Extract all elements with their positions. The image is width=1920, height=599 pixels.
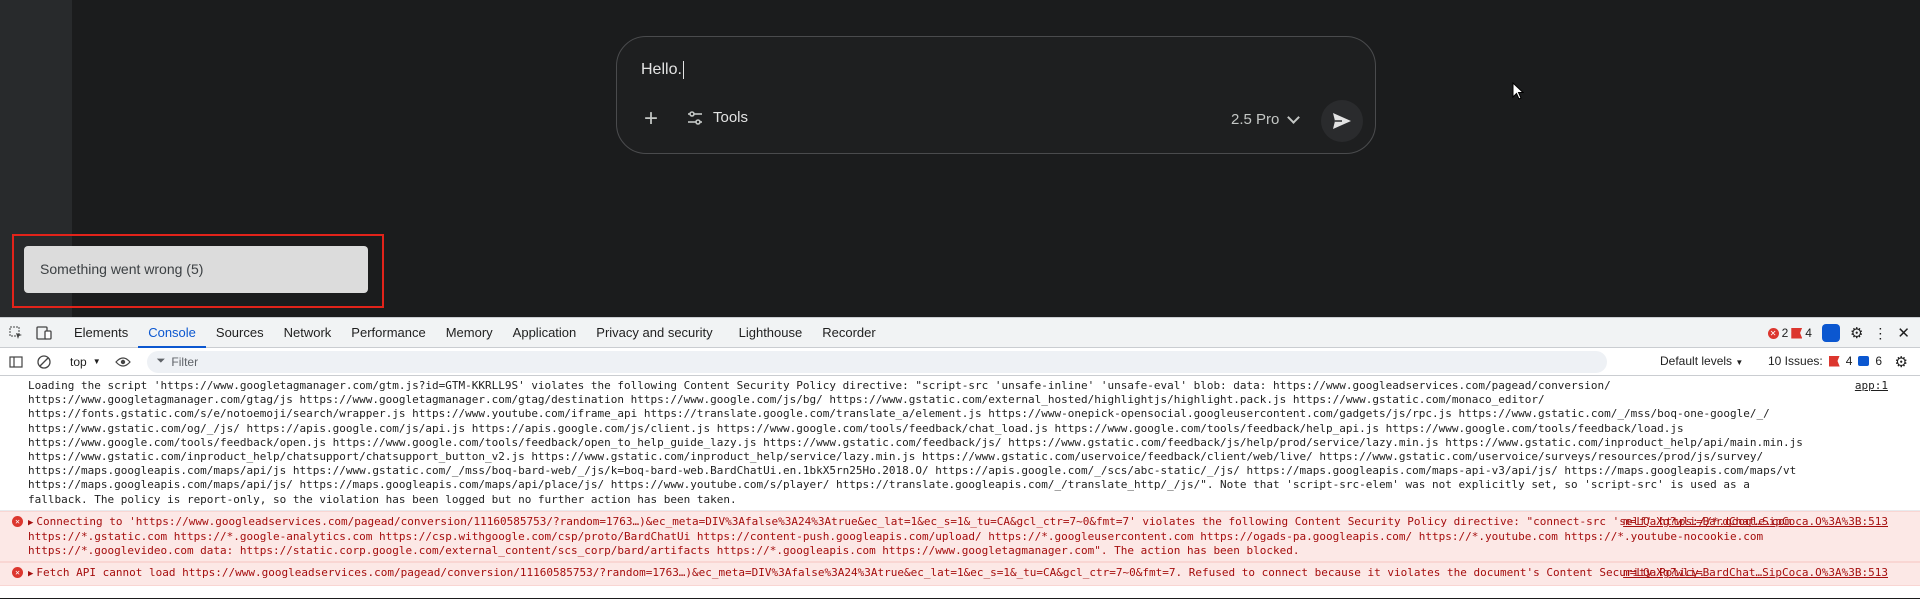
gemini-app: Hello. + Tools 2.5 Pro Something went wr… — [0, 0, 1920, 317]
mouse-pointer-icon — [1512, 82, 1524, 100]
plus-icon: + — [643, 105, 658, 132]
settings-gear-icon[interactable]: ⚙ — [1850, 324, 1863, 342]
message-source-link[interactable]: m=LQaXg?wli=BardChat…SipCoca.O%3A%3B:513 — [1623, 515, 1888, 529]
close-icon[interactable]: ✕ — [1897, 324, 1910, 342]
ai-assistant-icon[interactable] — [1821, 324, 1840, 342]
tab-privacy-security[interactable]: Privacy and security — [586, 318, 722, 348]
expand-triangle-icon[interactable]: ▶ — [28, 569, 33, 579]
add-button[interactable]: + — [639, 107, 663, 131]
devtools-tabbar: Elements Console Sources Network Perform… — [0, 318, 1920, 348]
issues-button[interactable]: 10 Issues: 4 6 — [1768, 354, 1882, 368]
inspect-icon[interactable] — [8, 325, 24, 341]
issues-info-count: 6 — [1875, 354, 1883, 368]
devtools-panel: Elements Console Sources Network Perform… — [0, 317, 1920, 598]
issues-error-count: 4 — [1845, 354, 1853, 368]
console-settings-gear-icon[interactable]: ⚙ — [1895, 353, 1908, 371]
tab-performance[interactable]: Performance — [341, 318, 435, 348]
send-button[interactable] — [1321, 100, 1363, 142]
model-selector[interactable]: 2.5 Pro — [1231, 110, 1301, 128]
tab-memory[interactable]: Memory — [436, 318, 503, 348]
issues-label: 10 Issues: — [1768, 354, 1823, 368]
error-icon: ✕ — [12, 515, 23, 527]
more-options-icon[interactable]: ⋮ — [1873, 325, 1887, 342]
filter-funnel-icon: ⏷ — [156, 355, 166, 367]
issues-error-flag-icon — [1828, 355, 1840, 367]
console-message-error: ✕ ▶ Connecting to 'https://www.googleadse… — [0, 510, 1920, 563]
clear-console-icon[interactable] — [36, 354, 52, 370]
message-text: Loading the script 'https://www.googleta… — [28, 379, 1803, 506]
live-expression-eye-icon[interactable] — [114, 354, 131, 370]
tab-application[interactable]: Application — [503, 318, 587, 348]
context-label: top — [70, 354, 87, 369]
device-toolbar-icon[interactable] — [36, 325, 52, 341]
console-filterbar: top ▼ ⏷ Filter Default levels ▼ 10 Issues… — [0, 348, 1920, 376]
tab-sources[interactable]: Sources — [206, 318, 274, 348]
levels-label: Default levels — [1660, 354, 1733, 368]
chevron-down-icon — [1287, 110, 1301, 124]
console-messages: Loading the script 'https://www.googleta… — [0, 376, 1920, 599]
tab-console[interactable]: Console — [138, 318, 206, 348]
warning-flag-icon — [1791, 327, 1803, 339]
devtools-right-tools: ✕ 2 4 ⚙ ⋮ ✕ — [1767, 318, 1910, 348]
text-caret — [682, 61, 684, 79]
model-label: 2.5 Pro — [1231, 111, 1280, 128]
log-levels-dropdown[interactable]: Default levels ▼ — [1660, 354, 1743, 368]
issues-info-icon — [1858, 356, 1870, 366]
sidebar-toggle-icon[interactable] — [8, 354, 24, 370]
warning-count: 4 — [1805, 326, 1812, 340]
toast-text: Something went wrong (5) — [40, 261, 204, 277]
message-text: Connecting to 'https://www.googleadservi… — [28, 514, 1792, 558]
context-selector[interactable]: top ▼ — [70, 355, 101, 369]
expand-triangle-icon[interactable]: ▶ — [28, 518, 33, 528]
prompt-composer: Hello. + Tools 2.5 Pro — [616, 36, 1376, 154]
dropdown-arrow-icon: ▼ — [92, 357, 101, 366]
tools-icon — [688, 110, 702, 125]
console-message-error: ✕ ▶ Fetch API cannot load https://www.goo… — [0, 562, 1920, 586]
prompt-input[interactable]: Hello. — [641, 61, 684, 79]
dropdown-arrow-icon: ▼ — [1735, 358, 1744, 367]
tab-network[interactable]: Network — [274, 318, 342, 348]
error-count: 2 — [1781, 326, 1789, 340]
console-message-warning: Loading the script 'https://www.googleta… — [0, 376, 1920, 511]
send-icon — [1333, 113, 1351, 129]
error-icon: ✕ — [1767, 327, 1779, 339]
tab-elements[interactable]: Elements — [64, 318, 138, 348]
message-source-link[interactable]: m=LQaXg?wli=BardChat…SipCoca.O%3A%3B:513 — [1623, 566, 1888, 580]
prompt-text: Hello. — [641, 61, 682, 79]
error-count-badge[interactable]: ✕ 2 4 — [1767, 326, 1812, 340]
error-icon: ✕ — [12, 567, 23, 579]
tab-lighthouse[interactable]: Lighthouse — [729, 318, 813, 348]
filter-input[interactable]: ⏷ Filter — [146, 350, 1607, 373]
tab-recorder[interactable]: Recorder — [812, 318, 885, 348]
message-source-link[interactable]: app:1 — [1855, 379, 1888, 393]
tools-button[interactable]: Tools — [687, 109, 748, 126]
filter-placeholder: Filter — [171, 354, 199, 369]
tools-label: Tools — [713, 109, 749, 126]
error-toast: Something went wrong (5) — [24, 246, 368, 293]
message-text: Fetch API cannot load https://www.google… — [36, 566, 1706, 580]
